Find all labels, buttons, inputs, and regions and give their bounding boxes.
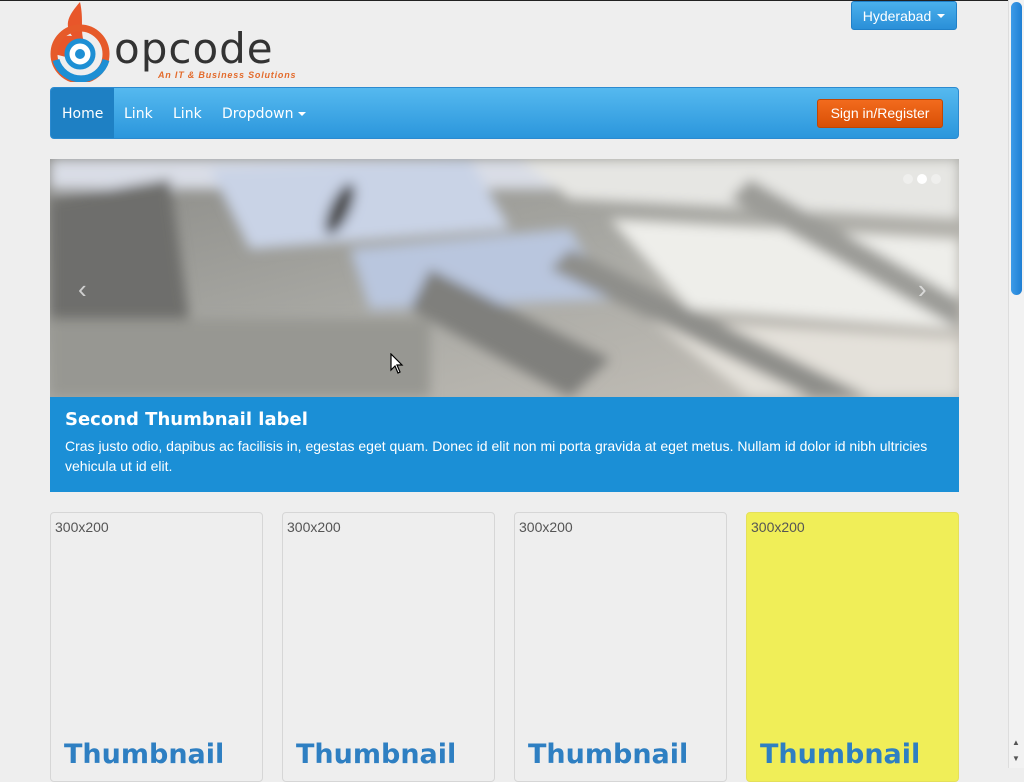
thumbnail-size-label: 300x200 bbox=[751, 519, 805, 535]
thumbnail-card[interactable]: 300x200 Thumbnail bbox=[514, 512, 727, 782]
thumbnail-title: Thumbnail bbox=[64, 739, 225, 770]
hero-carousel: ‹ › Second Thumbnail label Cras justo od… bbox=[50, 159, 959, 492]
logo-text: opcode bbox=[114, 24, 274, 73]
thumbnail-card[interactable]: 300x200 Thumbnail bbox=[50, 512, 263, 782]
signin-register-button[interactable]: Sign in/Register bbox=[817, 99, 943, 128]
nav-item-dropdown[interactable]: Dropdown bbox=[212, 88, 316, 138]
mouse-cursor-icon bbox=[390, 353, 404, 374]
city-dropdown-label: Hyderabad bbox=[862, 7, 932, 24]
carousel-slide-image bbox=[50, 159, 959, 397]
main-navbar: Home Link Link Dropdown Sign in/Register bbox=[50, 87, 959, 139]
caption-text: Cras justo odio, dapibus ac facilisis in… bbox=[65, 438, 928, 474]
caret-down-icon bbox=[937, 13, 946, 18]
logo-tagline: An IT & Business Solutions bbox=[158, 70, 297, 80]
thumbnail-title: Thumbnail bbox=[760, 739, 921, 770]
opcode-logo[interactable]: opcode An IT & Business Solutions bbox=[50, 2, 320, 82]
carousel-indicator-active[interactable] bbox=[917, 174, 927, 184]
scroll-up-icon[interactable]: ▲ bbox=[1012, 738, 1020, 747]
carousel-indicators bbox=[903, 174, 941, 184]
thumbnail-size-label: 300x200 bbox=[519, 519, 573, 535]
scrollbar-thumb[interactable] bbox=[1011, 2, 1022, 295]
scroll-down-icon[interactable]: ▼ bbox=[1012, 754, 1020, 763]
thumbnail-title: Thumbnail bbox=[528, 739, 689, 770]
caret-down-icon bbox=[298, 112, 307, 116]
nav-item-home[interactable]: Home bbox=[51, 88, 115, 138]
carousel-indicator[interactable] bbox=[931, 174, 941, 184]
carousel-next-icon[interactable]: › bbox=[918, 274, 927, 305]
carousel-prev-icon[interactable]: ‹ bbox=[78, 274, 87, 305]
city-dropdown-button[interactable]: Hyderabad bbox=[851, 1, 957, 30]
thumbnail-card-highlighted[interactable]: 300x200 Thumbnail bbox=[746, 512, 959, 782]
nav-item-link-1[interactable]: Link bbox=[114, 88, 163, 138]
nav-item-link-2[interactable]: Link bbox=[163, 88, 212, 138]
thumbnail-card[interactable]: 300x200 Thumbnail bbox=[282, 512, 495, 782]
thumbnail-size-label: 300x200 bbox=[55, 519, 109, 535]
thumbnail-size-label: 300x200 bbox=[287, 519, 341, 535]
page-scrollbar[interactable]: ▲ ▼ bbox=[1008, 0, 1024, 768]
thumbnail-title: Thumbnail bbox=[296, 739, 457, 770]
logo-emblem-icon bbox=[50, 2, 110, 82]
carousel-caption: Second Thumbnail label Cras justo odio, … bbox=[50, 397, 959, 492]
caption-title: Second Thumbnail label bbox=[65, 409, 308, 430]
nav-dropdown-label: Dropdown bbox=[222, 106, 294, 122]
carousel-indicator[interactable] bbox=[903, 174, 913, 184]
